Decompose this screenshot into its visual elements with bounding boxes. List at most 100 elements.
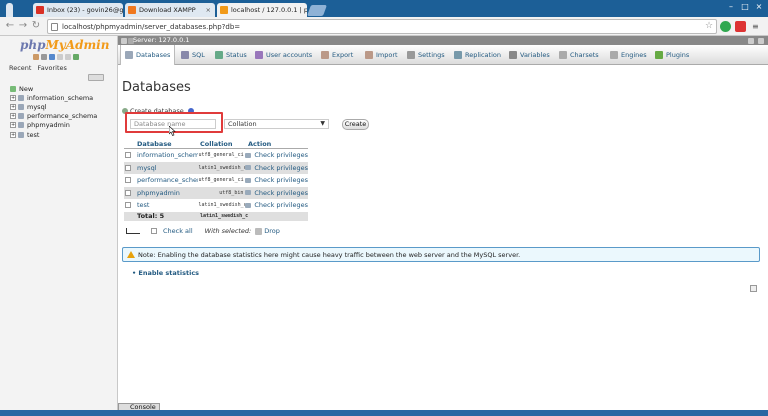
extension-check-icon[interactable] [720, 21, 731, 32]
tree-item-new[interactable]: New [10, 84, 97, 93]
header-action: Action [248, 139, 272, 148]
row-checkbox[interactable] [125, 164, 131, 171]
sql-icon [181, 51, 189, 59]
settings-icon[interactable] [748, 37, 754, 44]
tab-settings[interactable]: Settings [407, 45, 445, 65]
tab-variables[interactable]: Variables [509, 45, 550, 65]
tab-databases[interactable]: Databases [120, 45, 176, 65]
gear-icon[interactable] [65, 54, 71, 60]
main-content: Server: 127.0.0.1 Databases SQL Status U… [118, 36, 768, 410]
tab-phpmyadmin[interactable]: localhost / 127.0.0.1 | ph × [217, 3, 307, 17]
print-icon[interactable] [750, 285, 757, 292]
collapse-icon[interactable] [758, 37, 764, 44]
privileges-icon [245, 165, 252, 171]
maximize-icon[interactable]: □ [740, 2, 750, 12]
privileges-icon [245, 177, 252, 183]
tab-favorites[interactable]: Favorites [38, 64, 67, 72]
variables-icon [509, 51, 517, 59]
tree-item[interactable]: + performance_schema [10, 112, 97, 121]
expand-icon[interactable]: + [10, 113, 16, 120]
users-icon [255, 51, 263, 59]
tab-charsets[interactable]: Charsets [559, 45, 599, 65]
logout-icon[interactable] [41, 54, 47, 60]
check-privileges-link[interactable]: Check privileges [245, 176, 308, 184]
database-link[interactable]: phpmyadmin [137, 189, 198, 197]
warning-icon [127, 251, 135, 258]
tab-xampp[interactable]: Download XAMPP × [125, 3, 215, 17]
tree-item[interactable]: + test [10, 130, 97, 139]
tab-import[interactable]: Import [365, 45, 398, 65]
tab-status[interactable]: Status [215, 45, 247, 65]
check-privileges-link[interactable]: Check privileges [245, 201, 308, 209]
settings-icon[interactable] [57, 54, 63, 60]
header-database[interactable]: Database [137, 140, 200, 148]
database-link[interactable]: test [137, 201, 198, 209]
expand-icon[interactable]: + [10, 103, 16, 110]
collation-value: utf8_general_ci [198, 152, 244, 159]
close-window-icon[interactable]: × [754, 2, 764, 12]
tree-item[interactable]: + mysql [10, 102, 97, 111]
extension-red-icon[interactable] [735, 21, 746, 32]
tab-replication[interactable]: Replication [454, 45, 501, 65]
collation-value: latin1_swedish_ci [198, 202, 246, 209]
tab-export[interactable]: Export [321, 45, 353, 65]
top-menu: Databases SQL Status User accounts Expor… [118, 45, 768, 65]
create-button[interactable]: Create [342, 119, 369, 130]
row-checkbox[interactable] [125, 152, 131, 159]
statistics-note: Note: Enabling the database statistics h… [122, 247, 760, 262]
check-all-label[interactable]: Check all [163, 227, 193, 235]
minimize-icon[interactable]: – [726, 2, 736, 12]
database-link[interactable]: mysql [137, 164, 198, 172]
os-taskbar [0, 410, 768, 416]
database-icon [18, 113, 24, 120]
tab-engines[interactable]: Engines [610, 45, 647, 65]
server-breadcrumb: Server: 127.0.0.1 [118, 36, 768, 45]
header-collation: Collation [200, 139, 233, 148]
row-checkbox[interactable] [125, 202, 131, 209]
check-privileges-link[interactable]: Check privileges [245, 189, 308, 197]
collation-select[interactable]: Collation ▼ [224, 119, 329, 129]
enable-statistics-link[interactable]: • Enable statistics [132, 269, 199, 277]
check-privileges-link[interactable]: Check privileges [245, 151, 308, 159]
forward-icon[interactable]: → [17, 20, 29, 32]
with-selected-label: With selected: [204, 227, 252, 235]
star-icon[interactable]: ☆ [705, 21, 716, 32]
new-tab-button[interactable] [306, 5, 328, 16]
phpmyadmin-logo[interactable]: phpMyAdmin [20, 38, 109, 52]
tab-plugins[interactable]: Plugins [655, 45, 689, 65]
address-bar: ← → ↻ localhost/phpmyadmin/server_databa… [0, 17, 768, 36]
reload-nav-icon[interactable] [73, 54, 79, 60]
menu-tab-stub[interactable] [6, 3, 13, 17]
tree-item[interactable]: + information_schema [10, 93, 97, 102]
expand-icon[interactable]: + [10, 94, 16, 101]
tree-item[interactable]: + phpmyadmin [10, 121, 97, 130]
tab-user-accounts[interactable]: User accounts [255, 45, 312, 65]
home-icon[interactable] [33, 54, 39, 60]
check-privileges-link[interactable]: Check privileges [245, 164, 308, 172]
url-input[interactable]: localhost/phpmyadmin/server_databases.ph… [47, 19, 717, 34]
mouse-cursor-icon [169, 126, 176, 136]
expand-icon[interactable]: + [10, 122, 16, 129]
expand-icon[interactable]: + [10, 131, 16, 138]
collapse-all-button[interactable] [88, 74, 104, 81]
close-icon[interactable]: × [202, 6, 211, 14]
database-link[interactable]: information_schema [137, 151, 198, 159]
database-icon [18, 103, 24, 110]
check-all-checkbox[interactable] [151, 228, 157, 234]
browser-tab-bar: Inbox (23) - govin26@g × Download XAMPP … [0, 0, 768, 17]
tab-gmail[interactable]: Inbox (23) - govin26@g × [33, 3, 123, 17]
row-checkbox[interactable] [125, 189, 131, 196]
tab-sql[interactable]: SQL [181, 45, 205, 65]
table-row: mysql latin1_swedish_ci Check privileges [124, 161, 308, 174]
reload-icon[interactable]: ↻ [30, 20, 42, 32]
drop-button[interactable]: Drop [264, 227, 280, 235]
docs-icon[interactable] [49, 54, 55, 60]
tab-label: Download XAMPP [139, 6, 196, 14]
database-icon [125, 51, 133, 59]
row-checkbox[interactable] [125, 177, 131, 184]
tab-recent[interactable]: Recent [9, 64, 31, 72]
database-link[interactable]: performance_schema [137, 176, 198, 184]
menu-icon[interactable]: ≡ [752, 21, 763, 32]
back-icon[interactable]: ← [4, 20, 16, 32]
server-label[interactable]: Server: 127.0.0.1 [133, 36, 189, 45]
